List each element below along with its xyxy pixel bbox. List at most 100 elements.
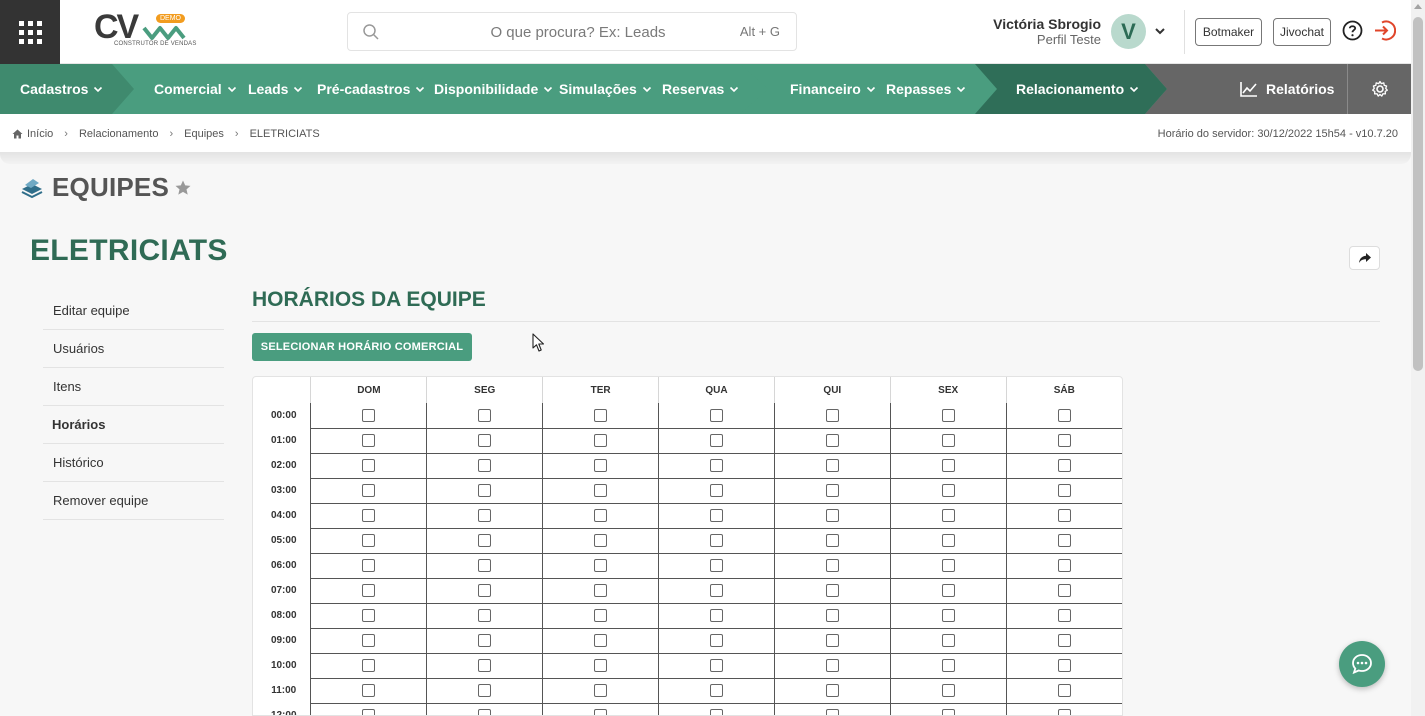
side-menu-horarios[interactable]: Horários [43,406,224,444]
hour-checkbox[interactable] [594,633,608,647]
hour-checkbox[interactable] [825,458,839,472]
hour-checkbox[interactable] [594,583,608,597]
select-business-hours-button[interactable]: SELECIONAR HORÁRIO COMERCIAL [252,333,472,361]
hour-checkbox[interactable] [362,508,376,522]
jivochat-button[interactable]: Jivochat [1273,18,1331,46]
hour-checkbox[interactable] [362,433,376,447]
hour-checkbox[interactable] [825,683,839,697]
nav-pre-cadastros[interactable]: Pré-cadastros [317,64,425,114]
hour-checkbox[interactable] [825,608,839,622]
hour-checkbox[interactable] [362,633,376,647]
nav-cadastros[interactable]: Cadastros [20,64,103,114]
hour-checkbox[interactable] [594,483,608,497]
hour-checkbox[interactable] [1057,633,1071,647]
hour-checkbox[interactable] [941,458,955,472]
hour-checkbox[interactable] [1057,458,1071,472]
hour-checkbox[interactable] [478,608,492,622]
hour-checkbox[interactable] [478,633,492,647]
hour-checkbox[interactable] [941,583,955,597]
hour-checkbox[interactable] [941,508,955,522]
nav-disponibilidade[interactable]: Disponibilidade [434,64,553,114]
hour-checkbox[interactable] [825,408,839,422]
logo[interactable]: CV DEMO CONSTRUTOR DE VENDAS [92,10,196,54]
hour-checkbox[interactable] [478,533,492,547]
nav-repasses[interactable]: Repasses [886,64,966,114]
hour-checkbox[interactable] [594,408,608,422]
side-menu-historico[interactable]: Histórico [43,444,224,482]
hour-checkbox[interactable] [709,408,723,422]
hour-checkbox[interactable] [362,608,376,622]
hour-checkbox[interactable] [594,608,608,622]
hour-checkbox[interactable] [941,658,955,672]
hour-checkbox[interactable] [709,533,723,547]
hour-checkbox[interactable] [825,658,839,672]
hour-checkbox[interactable] [825,633,839,647]
home-icon[interactable] [12,129,23,139]
hour-checkbox[interactable] [1057,608,1071,622]
hour-checkbox[interactable] [362,458,376,472]
hour-checkbox[interactable] [362,658,376,672]
hour-checkbox[interactable] [709,683,723,697]
hour-checkbox[interactable] [709,658,723,672]
hour-checkbox[interactable] [825,558,839,572]
hour-checkbox[interactable] [709,583,723,597]
hour-checkbox[interactable] [362,708,376,715]
hour-checkbox[interactable] [478,433,492,447]
hour-checkbox[interactable] [362,683,376,697]
hour-checkbox[interactable] [709,433,723,447]
nav-relacionamento[interactable]: Relacionamento [1016,64,1139,114]
hour-checkbox[interactable] [825,508,839,522]
settings-button[interactable] [1347,64,1411,114]
side-menu-usuarios[interactable]: Usuários [43,330,224,368]
hour-checkbox[interactable] [594,558,608,572]
hour-checkbox[interactable] [1057,583,1071,597]
hour-checkbox[interactable] [941,708,955,715]
hour-checkbox[interactable] [1057,483,1071,497]
logout-icon[interactable] [1373,19,1396,42]
hour-checkbox[interactable] [478,458,492,472]
hour-checkbox[interactable] [709,558,723,572]
hour-checkbox[interactable] [478,708,492,715]
hour-checkbox[interactable] [709,458,723,472]
nav-simulacoes[interactable]: Simulações [559,64,652,114]
hour-checkbox[interactable] [478,583,492,597]
hour-checkbox[interactable] [1057,433,1071,447]
scroll-up-icon[interactable] [1414,4,1422,9]
hour-checkbox[interactable] [825,433,839,447]
hour-checkbox[interactable] [825,533,839,547]
hour-checkbox[interactable] [1057,683,1071,697]
search-box[interactable]: Alt + G [347,12,797,51]
hour-checkbox[interactable] [478,508,492,522]
hour-checkbox[interactable] [825,583,839,597]
breadcrumb-equipes[interactable]: Equipes [184,128,224,140]
hour-checkbox[interactable] [594,458,608,472]
hour-checkbox[interactable] [941,483,955,497]
hour-checkbox[interactable] [825,483,839,497]
hour-checkbox[interactable] [709,508,723,522]
breadcrumb-relacionamento[interactable]: Relacionamento [79,128,159,140]
side-menu-remover-equipe[interactable]: Remover equipe [43,482,224,520]
search-input[interactable] [388,19,728,45]
hour-checkbox[interactable] [709,483,723,497]
hour-checkbox[interactable] [362,583,376,597]
hour-checkbox[interactable] [362,558,376,572]
hour-checkbox[interactable] [1057,408,1071,422]
nav-reservas[interactable]: Reservas [662,64,739,114]
hour-checkbox[interactable] [362,483,376,497]
hour-checkbox[interactable] [941,633,955,647]
share-button[interactable] [1349,246,1380,270]
hour-checkbox[interactable] [1057,508,1071,522]
hour-checkbox[interactable] [941,608,955,622]
hour-checkbox[interactable] [478,658,492,672]
hour-checkbox[interactable] [594,708,608,715]
hour-checkbox[interactable] [941,533,955,547]
hour-checkbox[interactable] [1057,658,1071,672]
hour-checkbox[interactable] [1057,533,1071,547]
hour-checkbox[interactable] [478,408,492,422]
side-menu-itens[interactable]: Itens [43,368,224,406]
hour-checkbox[interactable] [709,608,723,622]
nav-leads[interactable]: Leads [248,64,303,114]
page-scrollbar[interactable] [1411,0,1425,716]
hour-checkbox[interactable] [594,433,608,447]
avatar[interactable]: V [1111,14,1146,49]
